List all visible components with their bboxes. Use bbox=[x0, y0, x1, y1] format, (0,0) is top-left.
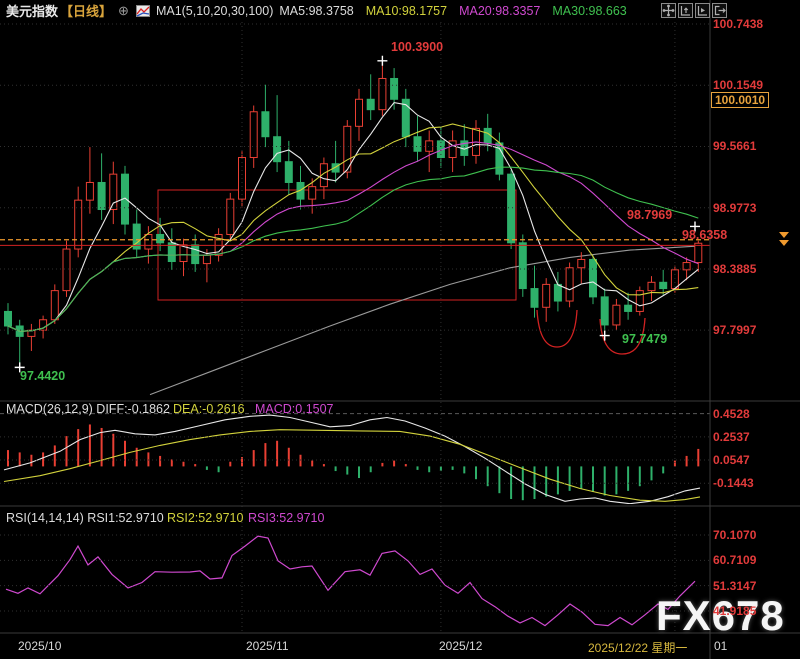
ma30-value: MA30:98.663 bbox=[552, 3, 627, 18]
chart-toolbar bbox=[661, 3, 727, 18]
rsi3-value: RSI3:52.9710 bbox=[248, 511, 325, 525]
rsi-title: RSI(14,14,14) RSI1:52.9710 bbox=[6, 511, 164, 525]
rsi-axis-label: 51.3147 bbox=[713, 578, 757, 593]
low-left-label: 97.4420 bbox=[20, 369, 66, 383]
y-axis-label: 100.1549 bbox=[713, 78, 764, 93]
crosshair-date-label: 2025/12/22 星期一 bbox=[588, 641, 688, 655]
crosshair-price-label: 98.7969 bbox=[627, 208, 673, 222]
macd-axis-label: 0.2537 bbox=[713, 429, 750, 444]
date-label-extra: 01 bbox=[714, 639, 728, 653]
add-indicator-icon[interactable]: ⊕ bbox=[118, 3, 129, 19]
y-axis-label: 99.5661 bbox=[713, 139, 757, 154]
rsi-axis-label: 60.7109 bbox=[713, 553, 757, 568]
y-axis-label: 98.3885 bbox=[713, 261, 757, 276]
y-axis-label: 98.9773 bbox=[713, 200, 757, 215]
ma10-value: MA10:98.1757 bbox=[365, 3, 448, 18]
y-axis-label: 97.7997 bbox=[713, 323, 757, 338]
macd-axis-label: 0.4528 bbox=[713, 406, 750, 421]
ma20-value: MA20:98.3357 bbox=[459, 3, 541, 18]
y-axis-label-boxed: 100.0010 bbox=[711, 92, 770, 109]
last-price-label: 98.6358 bbox=[682, 228, 728, 242]
mini-chart-icon bbox=[135, 4, 150, 17]
scale-y-axis-icon[interactable] bbox=[678, 3, 693, 18]
high-price-label: 100.3900 bbox=[391, 40, 444, 54]
macd-title: MACD(26,12,9) DIFF:-0.1862 bbox=[6, 402, 170, 416]
macd-dea-value: DEA:-0.2616 bbox=[173, 402, 245, 416]
low-mid-label: 97.7479 bbox=[622, 332, 668, 346]
date-axis[interactable]: 2025/10 2025/11 2025/12 2025/12/22 星期一 0… bbox=[0, 634, 800, 659]
date-label-nov: 2025/11 bbox=[246, 639, 289, 653]
expand-right-icon[interactable] bbox=[712, 3, 727, 18]
scale-x-axis-icon[interactable] bbox=[695, 3, 710, 18]
chart-app: 美元指数 【日线】 ⊕ MA1(5,10,20,30,100) MA5:98.3… bbox=[0, 0, 800, 659]
symbol-name: 美元指数 bbox=[6, 4, 59, 19]
period-label[interactable]: 【日线】 bbox=[60, 1, 112, 20]
macd-axis-label: 0.0547 bbox=[713, 453, 750, 468]
macd-value: MACD:0.1507 bbox=[255, 402, 334, 416]
rsi-axis-label: 41.9185 bbox=[713, 603, 757, 618]
ma5-value: MA5:98.3758 bbox=[279, 3, 354, 18]
date-label-oct: 2025/10 bbox=[18, 639, 62, 653]
price-chart-canvas[interactable] bbox=[0, 0, 800, 659]
ma-settings-label: MA1(5,10,20,30,100) bbox=[155, 3, 274, 18]
rsi-axis-label: 70.1070 bbox=[713, 528, 757, 542]
date-label-dec: 2025/12 bbox=[439, 639, 483, 653]
macd-axis-label: -0.1443 bbox=[713, 476, 754, 491]
pan-tool-icon[interactable] bbox=[661, 3, 676, 18]
rsi2-value: RSI2:52.9710 bbox=[167, 511, 244, 525]
